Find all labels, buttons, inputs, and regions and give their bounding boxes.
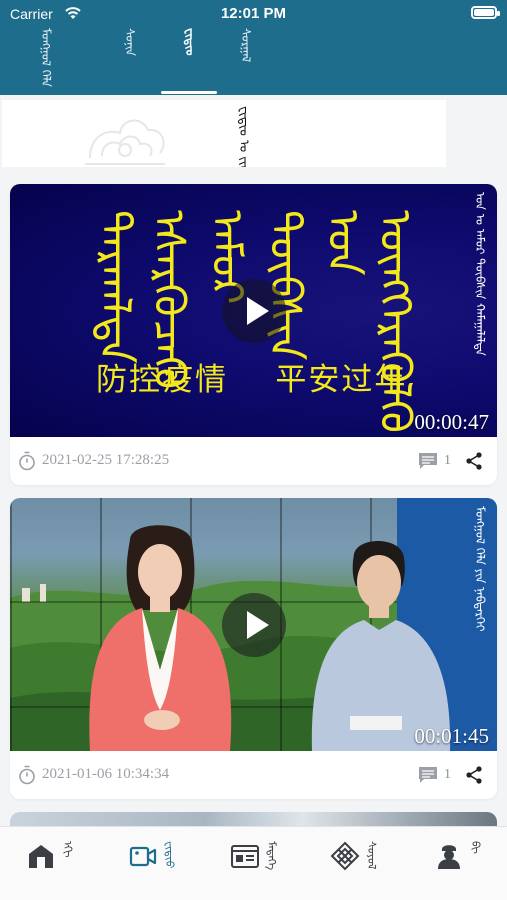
status-bar: Carrier 12:01 PM <box>0 0 507 26</box>
video-thumbnail[interactable]: ᠲᠠᠷᠬᠠᠯᠲᠠ ᠡᠰᠡᠷᠭᠦᠴᠡᠬᠦ ᠠᠮᠤᠷ ᠲᠦᠪᠰᠢᠨ ᠣᠨ ᠥᠩᠭᠡᠷ… <box>10 184 497 437</box>
publish-date: 2021-02-25 17:28:25 <box>42 452 170 468</box>
nav-label: ᠸᠢᠳᠢᠣ <box>163 841 176 869</box>
video-meta-row: 2021-02-25 17:28:25 1 <box>10 437 497 485</box>
tab-news[interactable]: ᠰᠣᠨᠢᠨ <box>112 28 148 86</box>
banner-title: ᠸᠢᠳᠢᠣ᠋ ᠤ ᠵᠢᠭᠰᠠᠭᠠᠯᠲᠠ <box>236 106 251 167</box>
share-icon[interactable] <box>464 765 484 785</box>
nav-label: ᠪᠢ <box>469 841 482 854</box>
comment-count: 1 <box>444 453 451 468</box>
video-card[interactable]: ᠮᠣᠩᠭᠣᠯ ᠬᠡᠯᠡ ᠶᠢᠨ ᠨᠡᠪᠲᠡᠷᠬᠡᠢ 00:01:45 2021-… <box>10 498 497 799</box>
tab-label: ᠰᠤᠷᠭᠠᠯ <box>239 28 253 63</box>
nav-label: ᠰᠣᠶᠣᠯ <box>365 841 378 870</box>
nav-video[interactable]: ᠸᠢᠳᠢᠣ <box>128 841 176 881</box>
nav-label: ᠮᠡᠳᠡᠭᠡ <box>265 841 278 871</box>
tab-label: ᠸᠢᠳᠢᠣ᠋ <box>183 28 197 56</box>
app-header: Carrier 12:01 PM ᠮᠣᠩᠭᠣᠯ ᠬᠡᠯᠡ ᠰᠣᠨᠢᠨ ᠸᠢᠳᠢᠣ… <box>0 0 507 95</box>
bottom-nav: ᠡᠬᠢ ᠸᠢᠳᠢᠣ ᠮᠡᠳᠡᠭᠡ ᠰᠣᠶᠣᠯ ᠪᠢ <box>0 826 507 900</box>
publish-date: 2021-01-06 10:34:34 <box>42 766 170 782</box>
nav-news[interactable]: ᠮᠡᠳᠡᠭᠡ <box>230 841 278 881</box>
video-title: ᠣᠨ ᠤ ᠠᠮᠤᠷ ᠲᠦᠪᠰᠢᠨ ᠬᠠᠮᠠᠭᠠᠯᠠᠯᠲᠠ <box>473 192 487 356</box>
play-button[interactable] <box>222 279 286 343</box>
top-tab-bar: ᠮᠣᠩᠭᠣᠯ ᠬᠡᠯᠡ ᠰᠣᠨᠢᠨ ᠸᠢᠳᠢᠣ᠋ ᠰᠤᠷᠭᠠᠯ <box>0 26 507 95</box>
tab-education[interactable]: ᠰᠤᠷᠭᠠᠯ <box>228 28 264 86</box>
stopwatch-icon <box>19 451 35 471</box>
video-card[interactable]: ᠲᠠᠷᠬᠠᠯᠲᠠ ᠡᠰᠡᠷᠭᠦᠴᠡᠬᠦ ᠠᠮᠤᠷ ᠲᠦᠪᠰᠢᠨ ᠣᠨ ᠥᠩᠭᠡᠷ… <box>10 184 497 485</box>
slogan-word: ᠲᠠᠷᠬᠠᠯᠲᠠ <box>89 210 140 364</box>
news-card-icon <box>231 845 259 868</box>
profile-icon <box>438 845 460 869</box>
share-icon[interactable] <box>464 451 484 471</box>
video-duration: 00:00:47 <box>414 410 489 434</box>
nav-culture[interactable]: ᠰᠣᠶᠣᠯ <box>330 841 378 881</box>
tab-label: ᠮᠣᠩᠭᠣᠯ ᠬᠡᠯᠡ <box>39 28 53 87</box>
video-duration: 00:01:45 <box>414 724 489 748</box>
battery-icon <box>471 6 500 19</box>
play-button[interactable] <box>222 593 286 657</box>
video-title: ᠮᠣᠩᠭᠣᠯ ᠬᠡᠯᠡ ᠶᠢᠨ ᠨᠡᠪᠲᠡᠷᠬᠡᠢ <box>473 506 487 632</box>
comment-count: 1 <box>444 767 451 782</box>
status-time: 12:01 PM <box>220 5 287 22</box>
video-icon <box>129 846 157 867</box>
video-meta-row: 2021-01-06 10:34:34 1 <box>10 751 497 799</box>
comment-icon[interactable] <box>418 766 438 784</box>
nav-label: ᠡᠬᠢ <box>61 841 74 858</box>
tab-video[interactable]: ᠸᠢᠳᠢᠣ᠋ <box>172 28 208 86</box>
tab-mongol-language[interactable]: ᠮᠣᠩᠭᠣᠯ ᠬᠡᠯᠡ <box>26 28 66 87</box>
comment-icon[interactable] <box>418 452 438 470</box>
category-banner[interactable]: ᠸᠢᠳᠢᠣ᠋ ᠤ ᠵᠢᠭᠰᠠᠭᠠᠯᠲᠠ <box>2 100 446 167</box>
slogan-word: ᠣᠨ <box>317 210 368 276</box>
slogan-word: ᠥᠩᠭᠡᠷᠡᠭᠦᠯᠬᠦ <box>369 210 420 434</box>
active-tab-indicator <box>161 91 217 94</box>
cloud-ornament-icon <box>85 119 165 165</box>
video-caption: 防控疫情 平安过年 <box>96 362 408 398</box>
guest-figure <box>311 540 451 751</box>
nav-profile[interactable]: ᠪᠢ <box>434 841 482 881</box>
nav-home[interactable]: ᠡᠬᠢ <box>26 841 74 881</box>
home-icon <box>29 845 53 868</box>
tab-label: ᠰᠣᠨᠢᠨ <box>123 28 137 56</box>
knot-icon <box>330 841 360 871</box>
presenter-figure <box>89 525 232 751</box>
stopwatch-icon <box>19 765 35 785</box>
video-thumbnail[interactable]: ᠮᠣᠩᠭᠣᠯ ᠬᠡᠯᠡ ᠶᠢᠨ ᠨᠡᠪᠲᠡᠷᠬᠡᠢ 00:01:45 <box>10 498 497 751</box>
